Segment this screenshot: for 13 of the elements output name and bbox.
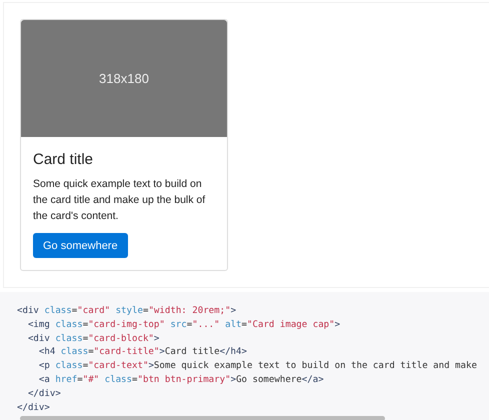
code-line: <img class="card-img-top" src="..." alt="Card image cap">	[26, 318, 340, 332]
code-line: <a href="#" class="btn btn-primary">Go somewhere</a>	[38, 374, 324, 387]
code-line: <p class="card-text">Some quick example text to build on the card title and make	[38, 360, 477, 374]
code-line: </div>	[17, 402, 50, 415]
code-line: <h4 class="card-title">Card title</h4>	[38, 346, 247, 360]
scrollbar[interactable]	[20, 416, 385, 420]
image-size-label: 318x180	[99, 71, 149, 86]
go-somewhere-button[interactable]: Go somewhere	[33, 233, 128, 258]
code-line: <div class="card-block">	[26, 332, 160, 346]
code-line: <div class="card" style="width: 20rem;">	[17, 305, 236, 318]
card-text: Some quick example text to build on the card title and make up the bulk of the card's content.	[33, 177, 206, 224]
card-title: Card title	[33, 151, 94, 168]
code-line: </div>	[26, 388, 61, 401]
